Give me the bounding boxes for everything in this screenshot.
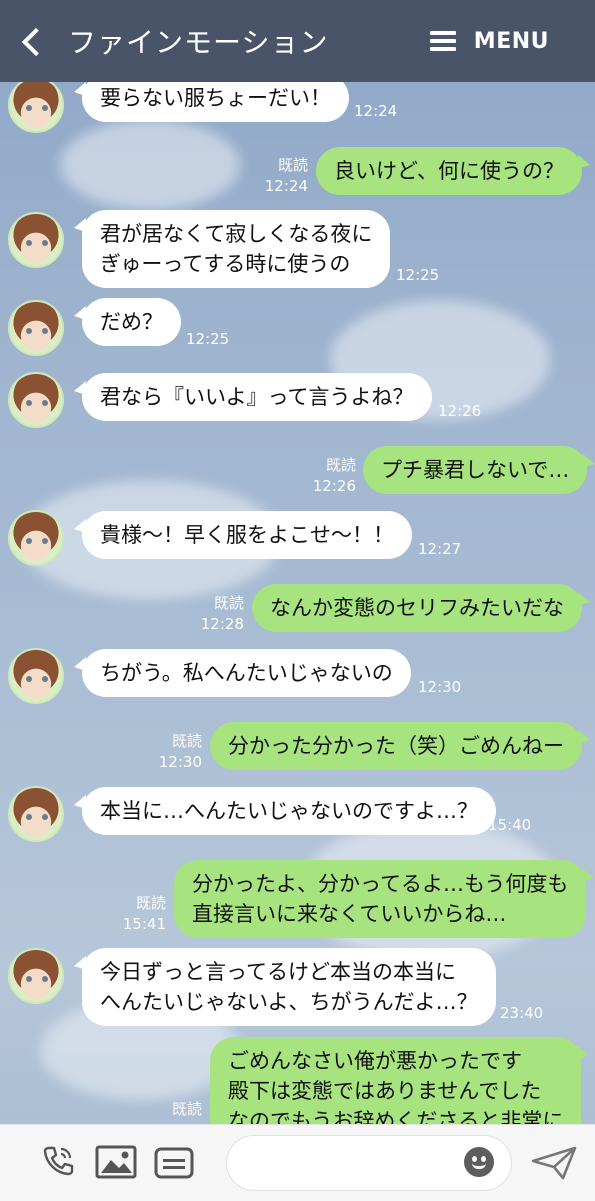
- read-receipt: 既読: [135, 894, 166, 912]
- chat-title: ファインモーション: [68, 26, 329, 59]
- message-bubble-sent[interactable]: 分かったよ、分かってるよ…もう何度も 直接言いに来なくていいからね…: [174, 860, 595, 938]
- avatar[interactable]: [8, 82, 64, 133]
- keyboard-icon[interactable]: [154, 1147, 194, 1179]
- message-time: 12:30: [418, 678, 462, 696]
- message-time: 12:28: [200, 615, 244, 633]
- avatar[interactable]: [8, 648, 64, 704]
- menu-icon: [429, 31, 456, 51]
- message-bubble-received[interactable]: 君が居なくて寂しくなる夜に ぎゅーってする時に使うの: [73, 210, 391, 288]
- back-chevron-icon[interactable]: [18, 26, 48, 56]
- message-time: 15:40: [488, 816, 532, 834]
- read-receipt: 既読: [325, 456, 356, 474]
- menu-button[interactable]: MENU: [429, 0, 549, 82]
- message-time: 12:25: [396, 266, 440, 284]
- message-bubble-received[interactable]: 本当に…へんたいじゃないのですよ…？: [74, 787, 496, 835]
- avatar[interactable]: [8, 948, 64, 1004]
- message-list[interactable]: 要らない服ちょーだい！ 12:24 既読 12:24 良いけど、何に使うの？ 君…: [0, 82, 595, 1124]
- phone-icon[interactable]: [40, 1143, 76, 1179]
- image-icon[interactable]: [95, 1145, 137, 1179]
- message-bubble-sent[interactable]: 良いけど、何に使うの？: [316, 147, 590, 195]
- message-time: 12:24: [354, 102, 398, 120]
- avatar[interactable]: [8, 510, 64, 566]
- send-icon[interactable]: [530, 1145, 578, 1181]
- chat-header: ファインモーション MENU: [0, 0, 595, 82]
- read-receipt: 既読: [213, 594, 244, 612]
- avatar[interactable]: [8, 786, 64, 842]
- read-receipt: 既読: [171, 732, 202, 750]
- message-bubble-received[interactable]: 要らない服ちょーだい！: [74, 82, 349, 122]
- emoji-icon[interactable]: [464, 1147, 494, 1177]
- message-time: 12:26: [312, 477, 356, 495]
- avatar[interactable]: [8, 212, 64, 268]
- read-receipt: 既読: [277, 156, 308, 174]
- message-time: 12:24: [264, 177, 308, 195]
- message-bubble-received[interactable]: ちがう。私へんたいじゃないの: [74, 649, 411, 697]
- avatar[interactable]: [8, 372, 64, 428]
- avatar[interactable]: [8, 300, 64, 356]
- message-bubble-sent[interactable]: プチ暴君しないで…: [363, 446, 595, 494]
- message-time: 23:40: [500, 1004, 544, 1022]
- message-bubble-sent[interactable]: 分かった分かった（笑）ごめんねー: [210, 722, 590, 770]
- message-time: 15:41: [122, 915, 166, 933]
- message-bubble-received[interactable]: 君なら『いいよ』って言うよね？: [74, 373, 432, 421]
- message-bubble-sent[interactable]: ごめんなさい俺が悪かったです 殿下は変態ではありませんでした なのでもうお辞めく…: [210, 1037, 590, 1124]
- message-time: 12:26: [438, 402, 482, 420]
- message-time: 12:25: [186, 330, 230, 348]
- menu-label: MENU: [473, 28, 549, 54]
- message-time: 12:30: [158, 753, 202, 771]
- message-bubble-received[interactable]: 貴様〜！早く服をよこせ〜！！: [74, 511, 412, 559]
- message-bubble-received[interactable]: だめ？: [74, 298, 181, 346]
- message-time: 12:27: [418, 540, 462, 558]
- message-bubble-received[interactable]: 今日ずっと言ってるけど本当の本当に へんたいじゃないよ、ちがうんだよ…？: [74, 948, 496, 1026]
- message-bubble-sent[interactable]: なんか変態のセリフみたいだな: [252, 584, 590, 632]
- message-input-bar: [0, 1124, 595, 1201]
- read-receipt: 既読: [171, 1100, 202, 1118]
